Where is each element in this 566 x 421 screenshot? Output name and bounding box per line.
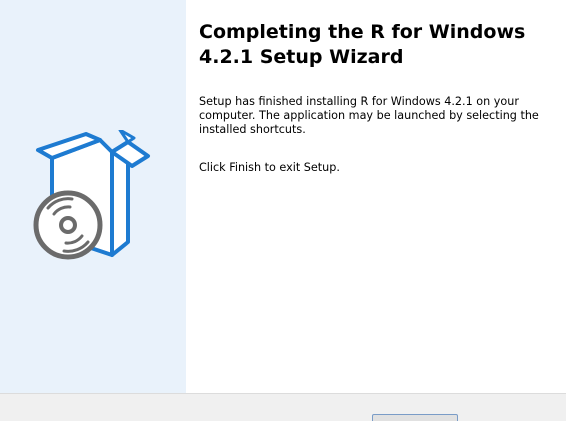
wizard-side-banner <box>0 0 186 393</box>
wizard-content-area: Completing the R for Windows 4.2.1 Setup… <box>186 0 566 393</box>
wizard-button-bar <box>0 393 566 421</box>
finish-button[interactable] <box>372 414 458 421</box>
wizard-title: Completing the R for Windows 4.2.1 Setup… <box>199 21 526 68</box>
setup-wizard-window: Completing the R for Windows 4.2.1 Setup… <box>0 0 566 421</box>
software-box-with-disc-icon <box>33 130 150 260</box>
completion-message: Setup has finished installing R for Wind… <box>199 95 539 136</box>
finish-instruction: Click Finish to exit Setup. <box>199 161 340 174</box>
